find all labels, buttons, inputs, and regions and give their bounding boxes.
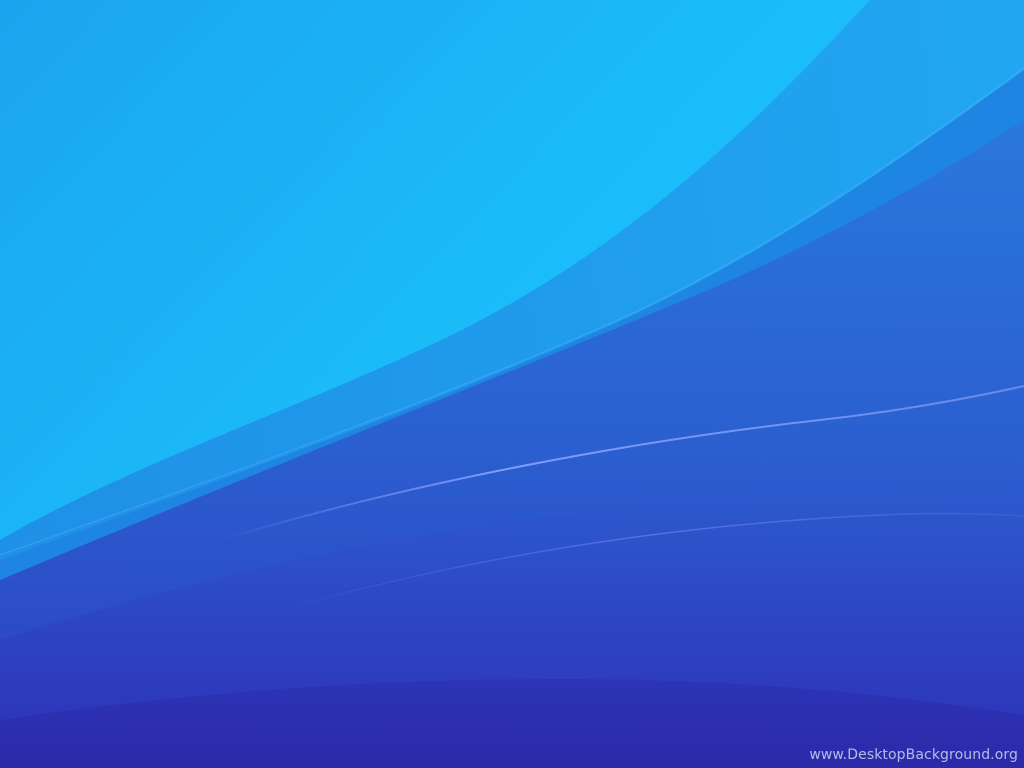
wallpaper-art — [0, 0, 1024, 768]
watermark-text: www.DesktopBackground.org — [809, 747, 1018, 763]
wallpaper: www.DesktopBackground.org — [0, 0, 1024, 768]
